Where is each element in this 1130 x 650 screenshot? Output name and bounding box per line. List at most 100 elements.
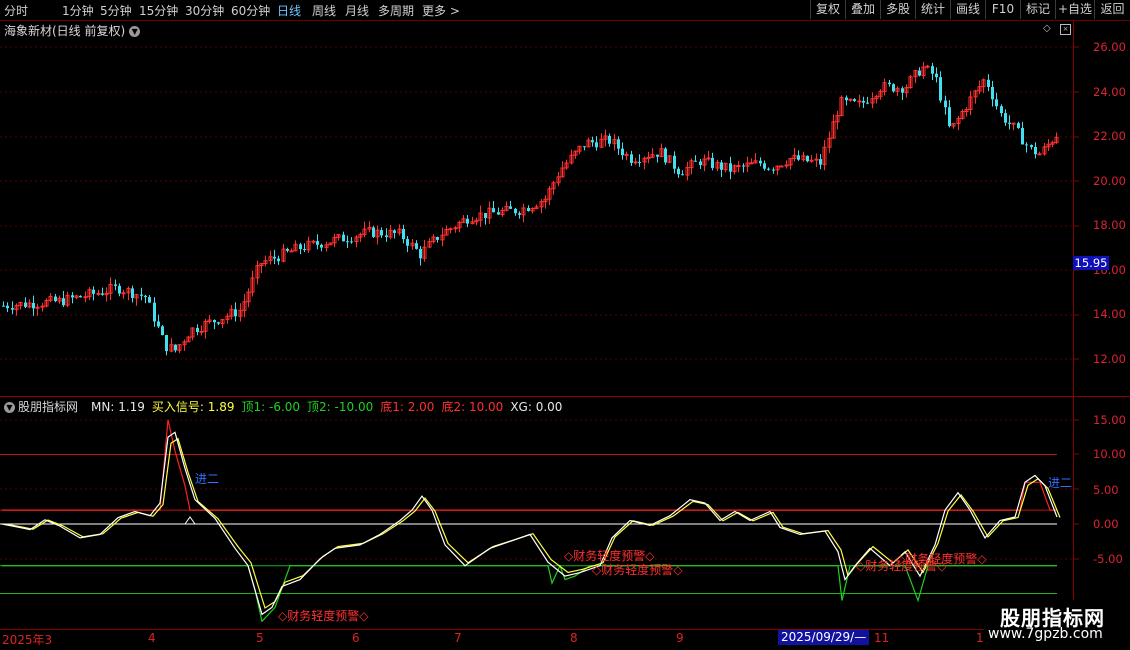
candle-body [948, 107, 951, 127]
candle-body [819, 159, 822, 165]
candle-body [845, 97, 848, 101]
candle-body [299, 244, 302, 250]
indicator-axis-label: 10.00 [1093, 447, 1126, 461]
candle-body [140, 294, 143, 296]
date-tick: 6 [352, 631, 360, 645]
candle-body [711, 157, 714, 169]
candle-body [944, 100, 947, 108]
candle-body [71, 295, 74, 298]
candle-body [157, 321, 160, 327]
candle-body [346, 241, 349, 243]
candle-body [311, 240, 316, 243]
candle-body [453, 227, 458, 230]
price-axis-label: 12.00 [1093, 352, 1126, 366]
candle-body [1037, 153, 1042, 156]
candle-body [646, 156, 651, 159]
candle-body [24, 302, 27, 307]
price-axis-label: 20.00 [1093, 174, 1126, 188]
candle-body [527, 207, 530, 211]
candle-body [591, 140, 594, 143]
candle-body [720, 162, 723, 170]
indicator-axis-label: 15.00 [1093, 413, 1126, 427]
candle-body [448, 228, 453, 231]
date-tick: 8 [570, 631, 578, 645]
candle-body [6, 305, 9, 309]
candle-body [677, 168, 680, 175]
candle-body [1025, 144, 1028, 146]
indicator-values: MN: 1.19 买入信号: 1.89 顶1: -6.00 顶2: -10.00 底1:… [85, 400, 569, 414]
candle-body [1004, 113, 1007, 123]
mn-line [1, 431, 1058, 616]
warning-label: ◇财务轻度预警◇ [592, 563, 683, 577]
candle-body [1017, 123, 1020, 128]
candle-body [289, 250, 294, 253]
warning-label: ◇财务轻度预警◇ [896, 552, 987, 566]
candle-body [277, 258, 280, 262]
candle-body [1030, 145, 1033, 148]
candle-body [866, 102, 869, 104]
candle-body [699, 161, 702, 166]
candle-body [419, 248, 422, 259]
date-tick: 2025年3 [2, 633, 53, 647]
price-axis-label: 18.00 [1093, 218, 1126, 232]
close-icon[interactable]: × [1060, 24, 1071, 35]
price-axis-label: 26.00 [1093, 40, 1126, 54]
stock-title-text: 海象新材(日线 前复权) [4, 24, 126, 38]
candle-body [656, 154, 659, 157]
candle-body [857, 100, 862, 103]
indicator-value: 顶1: -6.00 [241, 400, 301, 414]
date-tick: 5 [256, 631, 264, 645]
candle-body [217, 322, 220, 324]
candle-body [118, 285, 121, 294]
current-price-tag: 15.95 [1073, 256, 1109, 270]
candle-body [497, 212, 500, 215]
candle-body [153, 302, 156, 322]
candle-body [1021, 127, 1024, 145]
candle-body [749, 162, 754, 165]
indicator-axis-label: -5.00 [1093, 552, 1123, 566]
candle-body [320, 244, 323, 248]
candle-body [729, 163, 732, 172]
candle-body [664, 148, 667, 163]
candle-body [995, 99, 998, 107]
candle-body [514, 208, 517, 214]
candle-body [608, 135, 611, 144]
candle-body [853, 99, 856, 102]
indicator-axis-label: 5.00 [1093, 483, 1119, 497]
indicator-axis-label: 0.00 [1093, 517, 1119, 531]
candle-body [436, 237, 439, 240]
candle-body [79, 295, 82, 298]
candle-body [779, 165, 784, 168]
candle-body [32, 302, 35, 309]
indicator-value: 底2: 10.00 [441, 400, 504, 414]
candle-body [165, 335, 168, 352]
candle-body [273, 256, 276, 259]
indicator-title: ▼ 股朋指标网 MN: 1.19 买入信号: 1.89 顶1: -6.00 顶2: -10… [4, 398, 576, 415]
candle-body [901, 88, 904, 93]
selected-date: 2025/09/29/— [778, 630, 870, 645]
date-tick: 9 [676, 631, 684, 645]
candle-body [1000, 106, 1003, 114]
candle-body [987, 79, 990, 87]
candle-body [83, 296, 88, 299]
candle-body [286, 249, 289, 251]
diamond-icon[interactable]: ◇ [1043, 23, 1051, 34]
candle-body [174, 344, 177, 351]
indicator-value: 买入信号: 1.89 [151, 400, 235, 414]
chevron-down-icon[interactable]: ▼ [129, 26, 141, 37]
candle-body [415, 243, 418, 249]
candle-body [303, 249, 306, 251]
watermark-url: www.7gpzb.com [988, 626, 1103, 642]
candle-body [1011, 122, 1016, 125]
candle-body [931, 66, 934, 74]
candle-body [1008, 122, 1011, 124]
candle-body [862, 100, 865, 103]
chevron-down-icon[interactable]: ▼ [4, 402, 15, 413]
candle-body [772, 169, 775, 171]
candle-body [114, 284, 117, 286]
indicator-value: XG: 0.00 [510, 400, 563, 414]
candle-body [518, 213, 521, 215]
price-axis-label: 24.00 [1093, 85, 1126, 99]
indicator-name: 股朋指标网 [18, 400, 79, 414]
warning-label: ◇财务轻度预警◇ [278, 609, 369, 623]
